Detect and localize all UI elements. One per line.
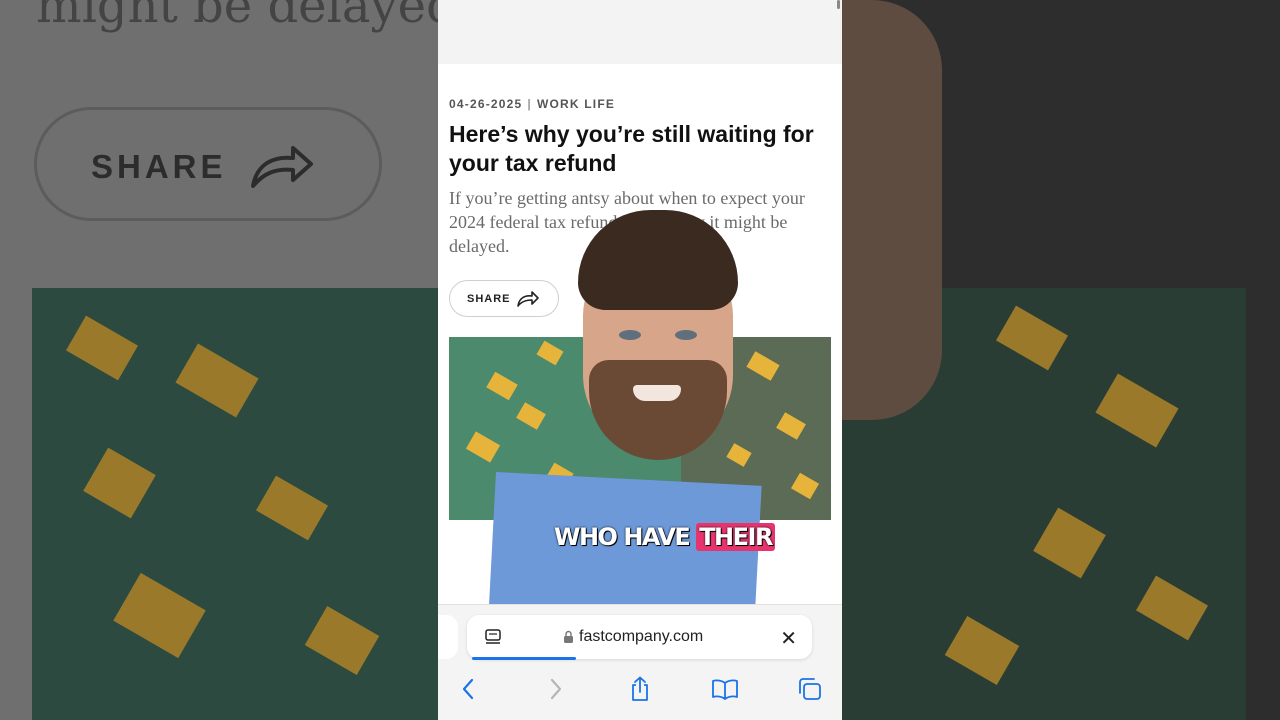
presenter-hair	[578, 210, 738, 310]
share-arrow-icon	[251, 146, 313, 188]
background-hero-image	[32, 288, 438, 720]
caption-highlight: THEIR	[696, 523, 775, 551]
background-right-panel	[842, 0, 1280, 720]
video-caption: WHO HAVE THEIR	[554, 523, 775, 551]
presenter-eye-right	[675, 330, 697, 340]
tabs-icon	[799, 678, 821, 700]
chevron-left-icon	[462, 678, 474, 700]
meta-separator: |	[527, 97, 532, 111]
caption-text: WHO HAVE	[554, 523, 691, 551]
forward-button[interactable]	[540, 673, 572, 705]
presenter-mouth	[633, 385, 681, 401]
background-person-blur	[842, 0, 942, 420]
browser-chrome: fastcompany.com ✕	[438, 604, 842, 720]
background-left-panel: might be delayed SHARE	[0, 0, 438, 720]
browser-toolbar	[438, 671, 842, 707]
background-dek-text: might be delayed	[36, 0, 438, 34]
chevron-right-icon	[550, 678, 562, 700]
url-text[interactable]: fastcompany.com	[579, 628, 703, 646]
page-menu-icon[interactable]	[484, 629, 502, 646]
share-button-label: SHARE	[467, 293, 511, 305]
article-meta: 04-26-2025 | WORK LIFE	[449, 97, 615, 111]
video-presenter	[573, 210, 743, 510]
share-icon	[632, 676, 648, 701]
background-share-button: SHARE	[34, 107, 382, 221]
lock-icon	[564, 630, 573, 643]
share-toolbar-button[interactable]	[624, 673, 656, 705]
share-button[interactable]: SHARE	[449, 280, 559, 317]
back-button[interactable]	[452, 673, 484, 705]
tabs-button[interactable]	[794, 673, 826, 705]
share-arrow-icon	[517, 291, 539, 307]
scroll-indicator[interactable]	[837, 0, 840, 9]
presenter-beard	[589, 360, 727, 460]
presenter-eye-left	[619, 330, 641, 340]
page-top-band	[438, 0, 842, 64]
phone-screen: 04-26-2025 | WORK LIFE Here’s why you’re s…	[438, 0, 842, 720]
article-headline: Here’s why you’re still waiting for your…	[449, 121, 814, 176]
address-bar[interactable]: fastcompany.com ✕	[467, 615, 812, 659]
bookmarks-button[interactable]	[709, 673, 741, 705]
background-share-label: SHARE	[91, 148, 227, 185]
article-section[interactable]: WORK LIFE	[537, 97, 615, 111]
page-load-progress	[472, 657, 576, 660]
article-date: 04-26-2025	[449, 97, 523, 111]
close-icon[interactable]: ✕	[780, 626, 797, 651]
previous-tab-peek[interactable]	[438, 615, 458, 659]
book-icon	[712, 679, 738, 700]
